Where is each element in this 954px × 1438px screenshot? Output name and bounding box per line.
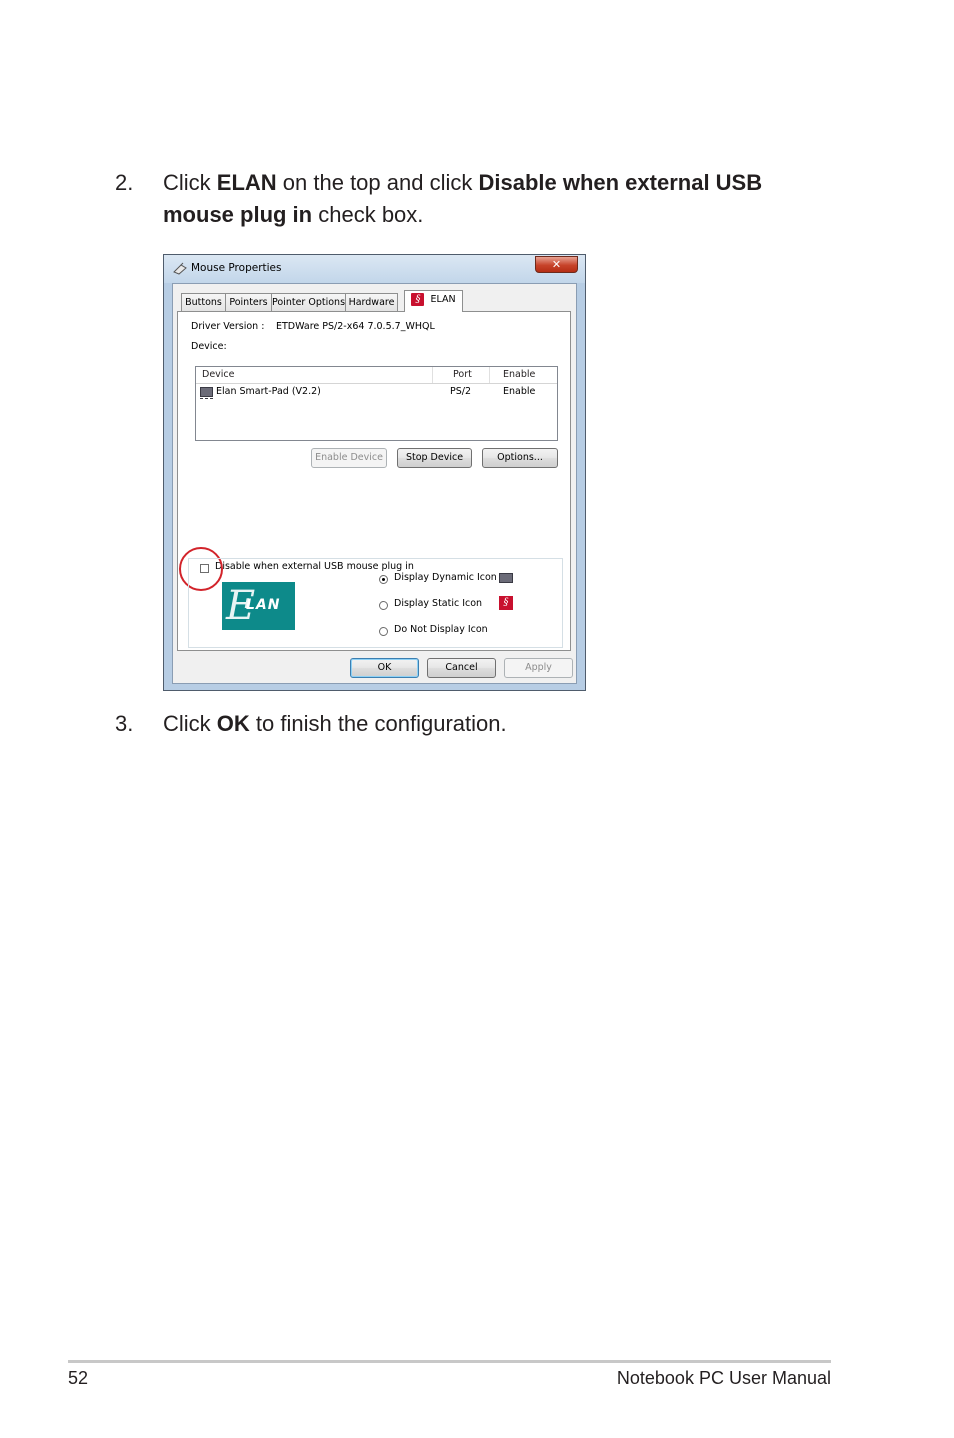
column-port[interactable]: Port (433, 367, 490, 383)
column-enable[interactable]: Enable (490, 367, 557, 383)
ok-button[interactable]: OK (350, 658, 419, 678)
column-device[interactable]: Device (196, 367, 433, 383)
manual-title: Notebook PC User Manual (616, 1368, 831, 1388)
cancel-button[interactable]: Cancel (427, 658, 496, 678)
tab-pointers[interactable]: Pointers (225, 293, 272, 311)
driver-version-value: ETDWare PS/2-x64 7.0.5.7_WHQL (276, 321, 435, 332)
options-button[interactable]: Options... (482, 448, 558, 468)
mouse-properties-dialog: Mouse Properties ✕ Buttons Pointers Poin… (163, 254, 586, 691)
emphasis-elan: ELAN (216, 170, 277, 195)
device-list-header: Device Port Enable (196, 367, 557, 384)
device-port: PS/2 (450, 386, 472, 397)
step-number: 2. (115, 170, 134, 195)
tab-elan-label: ELAN (430, 294, 456, 305)
page-number: 52 (68, 1368, 89, 1388)
close-icon: ✕ (551, 258, 562, 271)
touchpad-icon (499, 573, 513, 583)
tab-buttons[interactable]: Buttons (181, 293, 226, 311)
display-dynamic-icon-label[interactable]: Display Dynamic Icon (394, 572, 497, 583)
device-enable: Enable (503, 386, 536, 397)
apply-button[interactable]: Apply (504, 658, 573, 678)
step-text: Click OK to finish the configuration. (163, 711, 507, 736)
elan-tab-panel: Driver Version : ETDWare PS/2-x64 7.0.5.… (177, 311, 571, 651)
step-number: 3. (115, 711, 134, 736)
dialog-title: Mouse Properties (191, 262, 282, 274)
device-name: Elan Smart-Pad (V2.2) (216, 386, 321, 397)
elan-logo: E LAN (222, 582, 295, 630)
footer-divider (68, 1360, 831, 1363)
dialog-client: Buttons Pointers Pointer Options Hardwar… (172, 283, 577, 684)
elan-icon: § (411, 293, 425, 306)
radio-do-not-display-icon[interactable] (379, 627, 388, 636)
close-button[interactable]: ✕ (535, 256, 578, 273)
touchpad-icon-buttons (200, 398, 213, 400)
title-bar: Mouse Properties ✕ (164, 255, 585, 283)
do-not-display-icon-label[interactable]: Do Not Display Icon (394, 624, 488, 635)
device-list[interactable]: Device Port Enable Elan Smart-Pad (V2.2)… (195, 366, 558, 441)
radio-display-static-icon[interactable] (379, 601, 388, 610)
touchpad-icon (200, 387, 213, 397)
emphasis-ok: OK (216, 711, 250, 736)
step-text: Click ELAN on the top and click Disable … (163, 170, 763, 227)
driver-version-label: Driver Version : (191, 321, 265, 332)
display-static-icon-label[interactable]: Display Static Icon (394, 598, 482, 609)
tab-elan[interactable]: § ELAN (404, 290, 463, 312)
elan-icon: § (499, 596, 513, 610)
icon-display-group: E LAN Display Dynamic Icon Display Stati… (188, 558, 563, 648)
device-label: Device: (191, 341, 227, 352)
mouse-icon (173, 262, 187, 275)
stop-device-button[interactable]: Stop Device (397, 448, 472, 468)
enable-device-button[interactable]: Enable Device (311, 448, 387, 468)
tab-pointer-options[interactable]: Pointer Options (271, 293, 346, 311)
tab-hardware[interactable]: Hardware (345, 293, 398, 311)
radio-display-dynamic-icon[interactable] (379, 575, 388, 584)
